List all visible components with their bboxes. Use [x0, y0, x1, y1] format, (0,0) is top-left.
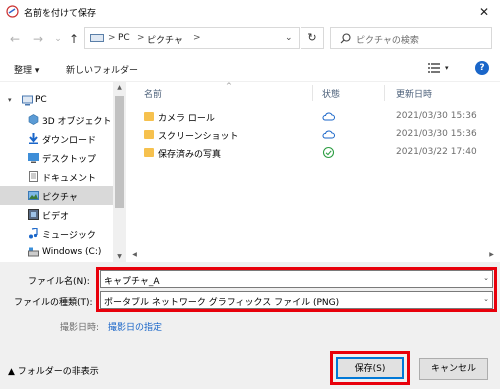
- sidebar-item-label: PC: [35, 95, 47, 105]
- pictures-icon: [28, 191, 39, 200]
- sidebar-item-pc[interactable]: ▾ PC: [0, 91, 113, 110]
- sidebar-item-label: ミュージック: [42, 231, 96, 241]
- help-button[interactable]: ?: [475, 61, 489, 75]
- address-dropdown-icon[interactable]: ⌄: [285, 33, 293, 43]
- filename-label: ファイル名(N):: [28, 277, 90, 287]
- column-divider[interactable]: [312, 85, 313, 101]
- column-header-modified[interactable]: 更新日時: [396, 87, 432, 100]
- sidebar-item-label: ドキュメント: [42, 174, 97, 184]
- address-bar[interactable]: > PC > ピクチャ > ⌄: [84, 27, 300, 49]
- title-bar: 名前を付けて保存 ✕: [0, 0, 500, 24]
- new-folder-button[interactable]: 新しいフォルダー: [66, 63, 138, 76]
- refresh-button[interactable]: ↻: [301, 27, 324, 49]
- view-dropdown-icon[interactable]: ▾: [445, 64, 449, 72]
- view-options-icon[interactable]: [428, 62, 440, 74]
- app-icon: [6, 5, 19, 18]
- organize-button[interactable]: 整理 ▾: [14, 63, 39, 76]
- file-modified: 2021/03/30 15:36: [396, 111, 477, 121]
- scroll-down-arrow-icon[interactable]: ▼: [113, 253, 126, 260]
- list-item[interactable]: カメラ ロール 2021/03/30 15:36: [136, 108, 496, 126]
- sidebar-item-windows-c[interactable]: Windows (C:): [0, 243, 113, 262]
- highlight-box-save: [330, 351, 410, 385]
- sidebar-item-pictures[interactable]: ピクチャ: [0, 186, 113, 205]
- cloud-icon: [322, 112, 335, 121]
- cloud-icon: [322, 130, 335, 139]
- recent-locations-button[interactable]: ⌄: [50, 30, 66, 48]
- breadcrumb-pictures[interactable]: ピクチャ: [147, 33, 183, 46]
- scroll-up-arrow-icon[interactable]: ▲: [113, 84, 126, 91]
- breadcrumb-separator: >: [108, 33, 116, 43]
- sidebar-item-label: ピクチャ: [42, 193, 78, 203]
- sidebar-item-label: ダウンロード: [42, 136, 97, 146]
- breadcrumb-separator: >: [137, 33, 145, 43]
- back-button[interactable]: ←: [7, 30, 23, 48]
- filetype-label: ファイルの種類(T):: [14, 298, 93, 308]
- horizontal-scrollbar: ◀ ▶: [126, 248, 500, 262]
- sort-ascending-icon: ^: [226, 82, 232, 90]
- up-button[interactable]: ↑: [66, 30, 82, 48]
- folder-icon: [144, 130, 154, 139]
- sidebar-item-documents[interactable]: ドキュメント: [0, 167, 113, 186]
- navigation-pane: ▾ PC 3D オブジェクト ダウンロード デスクトップ ドキュメント ピクチャ: [0, 82, 126, 262]
- synced-check-icon: [322, 146, 335, 159]
- search-input[interactable]: ピクチャの検索: [356, 33, 419, 46]
- scroll-right-arrow-icon[interactable]: ▶: [485, 251, 498, 258]
- folder-icon: [144, 112, 154, 121]
- download-icon: [29, 133, 38, 144]
- sidebar-item-label: Windows (C:): [42, 247, 102, 257]
- file-modified: 2021/03/22 17:40: [396, 147, 477, 157]
- music-icon: [29, 228, 38, 239]
- date-taken-label: 撮影日時:: [60, 323, 100, 333]
- close-button[interactable]: ✕: [472, 2, 496, 22]
- column-divider[interactable]: [384, 85, 385, 101]
- list-item[interactable]: 保存済みの写真 2021/03/22 17:40: [136, 144, 496, 162]
- document-icon: [29, 171, 38, 182]
- sidebar-item-downloads[interactable]: ダウンロード: [0, 129, 113, 148]
- file-modified: 2021/03/30 15:36: [396, 129, 477, 139]
- window-title: 名前を付けて保存: [24, 9, 97, 19]
- sidebar-item-label: ビデオ: [42, 212, 70, 222]
- scrollbar-thumb[interactable]: [115, 96, 124, 208]
- drive-icon: [28, 247, 39, 257]
- computer-icon: [22, 95, 33, 106]
- list-item[interactable]: スクリーンショット 2021/03/30 15:36: [136, 126, 496, 144]
- file-list: 名前 ^ 状態 更新日時 カメラ ロール 2021/03/30 15:36 スク…: [126, 82, 500, 262]
- video-icon: [28, 209, 39, 220]
- file-name: カメラ ロール: [158, 114, 215, 124]
- save-form: ファイル名(N): キャプチャ_A ⌄ ファイルの種類(T): ポータブル ネッ…: [0, 262, 500, 389]
- search-box[interactable]: ピクチャの検索: [330, 27, 492, 49]
- navigation-scrollbar[interactable]: ▲ ▼: [113, 82, 126, 262]
- column-header-status[interactable]: 状態: [322, 87, 340, 100]
- sidebar-item-label: デスクトップ: [42, 155, 97, 165]
- expand-chevron-icon[interactable]: ▾: [8, 96, 12, 104]
- command-toolbar: 整理 ▾ 新しいフォルダー ▾ ?: [0, 54, 500, 82]
- highlight-box-fields: [96, 267, 497, 312]
- hide-folders-button[interactable]: ▲ フォルダーの非表示: [8, 364, 99, 377]
- column-header-name[interactable]: 名前: [144, 87, 162, 100]
- file-name: スクリーンショット: [158, 132, 239, 142]
- scroll-left-arrow-icon[interactable]: ◀: [128, 251, 141, 258]
- breadcrumb-separator: >: [193, 33, 201, 43]
- folder-icon: [144, 148, 154, 157]
- pc-icon: [90, 34, 104, 42]
- file-name: 保存済みの写真: [158, 150, 222, 160]
- desktop-icon: [28, 153, 39, 163]
- search-icon: [340, 33, 351, 44]
- sidebar-item-videos[interactable]: ビデオ: [0, 205, 113, 224]
- sidebar-item-3d-objects[interactable]: 3D オブジェクト: [0, 110, 113, 129]
- 3d-objects-icon: [28, 114, 39, 125]
- forward-button[interactable]: →: [30, 30, 46, 48]
- sidebar-item-label: 3D オブジェクト: [42, 117, 112, 127]
- cancel-button[interactable]: キャンセル: [419, 358, 488, 380]
- date-taken-link[interactable]: 撮影日の指定: [108, 320, 162, 333]
- navigation-bar: ← → ⌄ ↑ > PC > ピクチャ > ⌄ ↻ ピクチャの検索: [0, 24, 500, 54]
- sidebar-item-music[interactable]: ミュージック: [0, 224, 113, 243]
- breadcrumb-pc[interactable]: PC: [118, 33, 130, 43]
- sidebar-item-desktop[interactable]: デスクトップ: [0, 148, 113, 167]
